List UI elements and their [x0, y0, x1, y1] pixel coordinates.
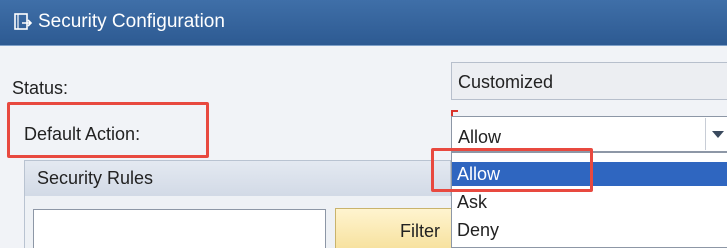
filter-button-label[interactable]: Filter: [400, 221, 440, 242]
title-bar: Security Configuration: [0, 0, 727, 46]
rule-filter-input[interactable]: [33, 209, 326, 248]
status-label: Status:: [12, 78, 69, 98]
default-action-select-value[interactable]: Allow: [458, 127, 501, 148]
window-icon: [13, 11, 35, 33]
chevron-down-icon[interactable]: [705, 118, 727, 150]
security-rules-title: Security Rules: [37, 168, 154, 188]
dropdown-option-deny[interactable]: Deny: [452, 218, 727, 242]
window-title: Security Configuration: [38, 11, 225, 32]
status-value: Customized: [458, 72, 554, 92]
default-action-label: Default Action:: [24, 124, 141, 144]
dropdown-option-ask[interactable]: Ask: [452, 190, 727, 214]
dropdown-option-allow[interactable]: Allow: [452, 162, 727, 186]
